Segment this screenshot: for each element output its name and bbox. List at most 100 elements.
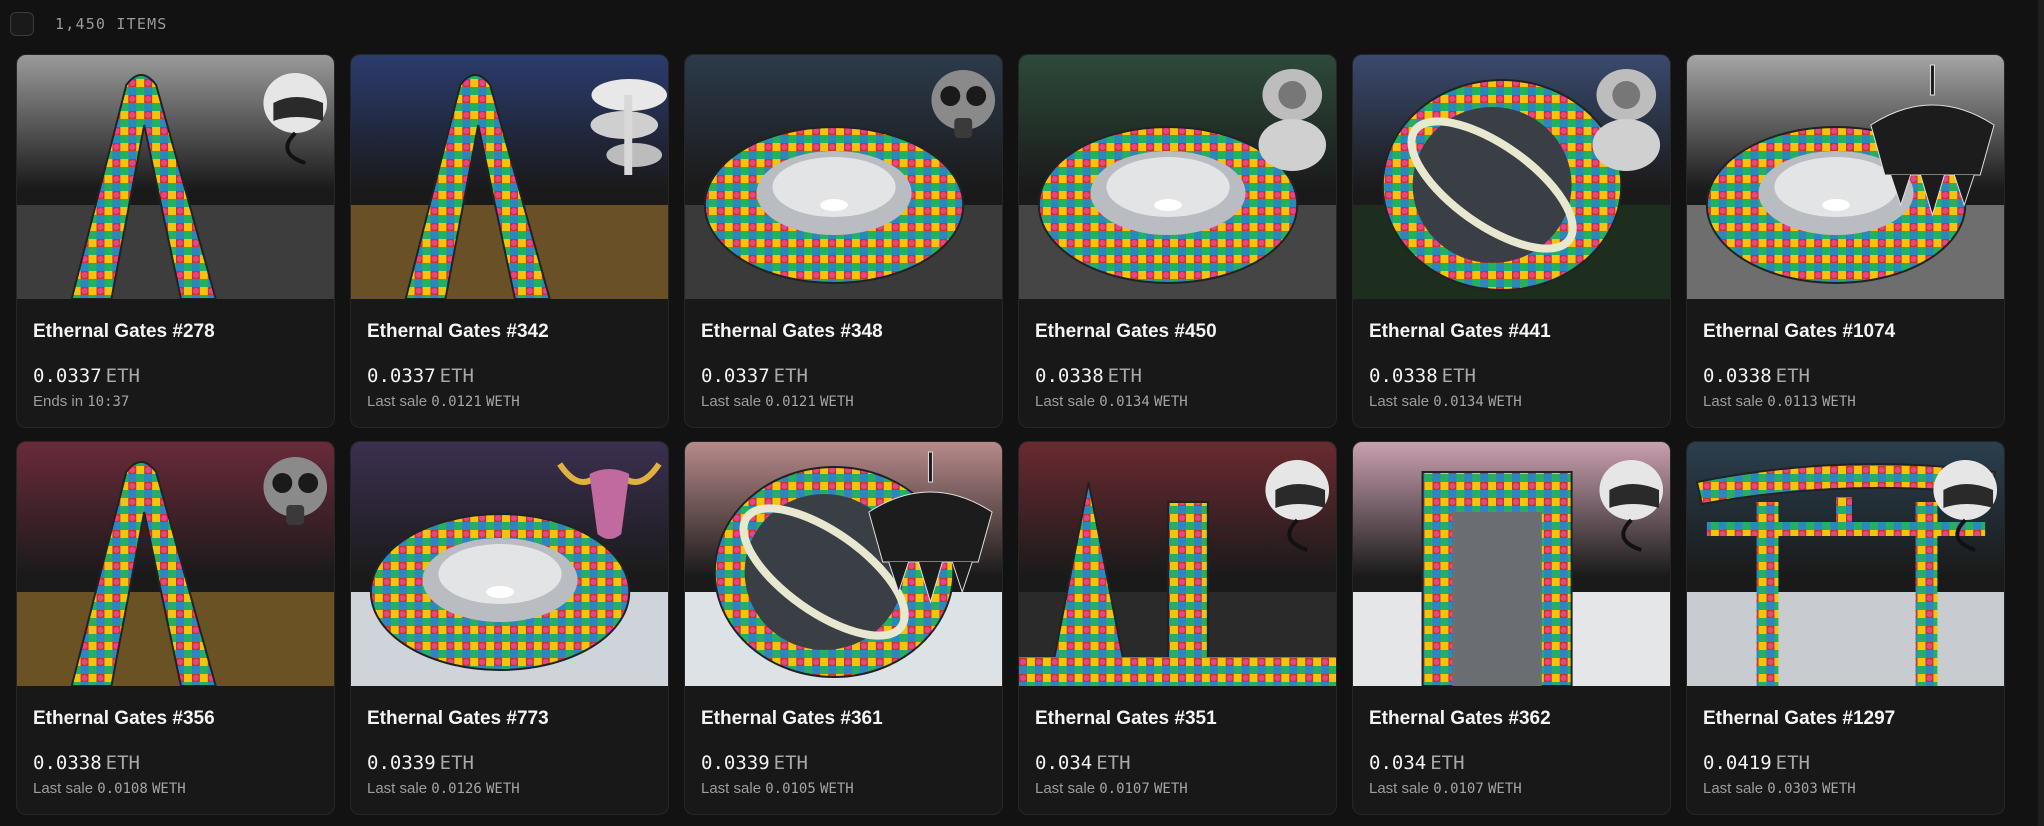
- nft-card[interactable]: Ethernal Gates #351 0.034 ETH Last sale 0.0…: [1018, 441, 1337, 815]
- nft-title[interactable]: Ethernal Gates #441: [1369, 321, 1654, 343]
- nft-title[interactable]: Ethernal Gates #773: [367, 708, 652, 730]
- price-value: 0.0338: [1369, 365, 1438, 387]
- nft-image[interactable]: [1019, 55, 1336, 299]
- sub-currency: WETH: [819, 394, 854, 410]
- nft-price: 0.0419 ETH: [1703, 752, 1988, 774]
- price-value: 0.0419: [1703, 752, 1772, 774]
- sub-currency: WETH: [1487, 394, 1522, 410]
- last-sale: Last sale 0.0303 WETH: [1703, 780, 1988, 797]
- sub-currency: WETH: [1153, 394, 1188, 410]
- sub-value: 0.0107: [1099, 781, 1150, 797]
- nft-image[interactable]: [17, 55, 334, 299]
- sub-label: Last sale: [33, 780, 94, 797]
- last-sale: Last sale 0.0108 WETH: [33, 780, 318, 797]
- price-currency: ETH: [105, 752, 140, 774]
- nft-card[interactable]: Ethernal Gates #361 0.0339 ETH Last sale 0.…: [684, 441, 1003, 815]
- last-sale: Last sale 0.0121 WETH: [367, 393, 652, 410]
- nft-card[interactable]: Ethernal Gates #356 0.0338 ETH Last sale 0.…: [16, 441, 335, 815]
- nft-price: 0.034 ETH: [1035, 752, 1320, 774]
- sub-label: Ends in: [33, 393, 84, 410]
- last-sale: Last sale 0.0113 WETH: [1703, 393, 1988, 410]
- price-value: 0.0337: [701, 365, 770, 387]
- price-currency: ETH: [439, 365, 474, 387]
- price-currency: ETH: [773, 752, 808, 774]
- price-value: 0.0338: [1035, 365, 1104, 387]
- nft-card[interactable]: Ethernal Gates #348 0.0337 ETH Last sale 0.…: [684, 54, 1003, 428]
- sub-value: 0.0113: [1767, 394, 1818, 410]
- last-sale: Last sale 0.0107 WETH: [1369, 780, 1654, 797]
- sub-currency: WETH: [819, 781, 854, 797]
- nft-image[interactable]: [351, 442, 668, 686]
- nft-card[interactable]: Ethernal Gates #1074 0.0338 ETH Last sale 0…: [1686, 54, 2005, 428]
- price-value: 0.0338: [33, 752, 102, 774]
- last-sale: Last sale 0.0107 WETH: [1035, 780, 1320, 797]
- last-sale: Last sale 0.0134 WETH: [1369, 393, 1654, 410]
- nft-price: 0.0338 ETH: [1035, 365, 1320, 387]
- nft-image[interactable]: [1687, 442, 2004, 686]
- nft-title[interactable]: Ethernal Gates #342: [367, 321, 652, 343]
- nft-card[interactable]: Ethernal Gates #450 0.0338 ETH Last sale 0.…: [1018, 54, 1337, 428]
- nft-image[interactable]: [1353, 55, 1670, 299]
- price-currency: ETH: [1441, 365, 1476, 387]
- nft-title[interactable]: Ethernal Gates #1297: [1703, 708, 1988, 730]
- nft-card[interactable]: Ethernal Gates #1297 0.0419 ETH Last sale 0…: [1686, 441, 2005, 815]
- sub-value: 0.0303: [1767, 781, 1818, 797]
- price-currency: ETH: [773, 365, 808, 387]
- item-count: 1,450 ITEMS: [55, 15, 168, 33]
- price-currency: ETH: [1107, 365, 1142, 387]
- sub-currency: WETH: [485, 394, 520, 410]
- sub-value: 0.0107: [1433, 781, 1484, 797]
- nft-card[interactable]: Ethernal Gates #773 0.0339 ETH Last sale 0.…: [350, 441, 669, 815]
- price-value: 0.0337: [367, 365, 436, 387]
- sub-label: Last sale: [1369, 780, 1430, 797]
- item-grid: Ethernal Gates #278 0.0337 ETH Ends in 10:3…: [16, 54, 2005, 815]
- sub-value: 0.0134: [1099, 394, 1150, 410]
- nft-image[interactable]: [1687, 55, 2004, 299]
- sub-currency: WETH: [1821, 781, 1856, 797]
- price-currency: ETH: [105, 365, 140, 387]
- sub-label: Last sale: [367, 780, 428, 797]
- sub-value: 10:37: [87, 394, 130, 410]
- sub-label: Last sale: [1703, 393, 1764, 410]
- nft-title[interactable]: Ethernal Gates #351: [1035, 708, 1320, 730]
- nft-card[interactable]: Ethernal Gates #278 0.0337 ETH Ends in 10:3…: [16, 54, 335, 428]
- price-value: 0.0339: [367, 752, 436, 774]
- nft-image[interactable]: [351, 55, 668, 299]
- nft-title[interactable]: Ethernal Gates #361: [701, 708, 986, 730]
- price-value: 0.034: [1369, 752, 1427, 774]
- sub-label: Last sale: [1035, 780, 1096, 797]
- nft-card[interactable]: Ethernal Gates #441 0.0338 ETH Last sale 0.…: [1352, 54, 1671, 428]
- select-all-checkbox[interactable]: [10, 12, 34, 36]
- nft-title[interactable]: Ethernal Gates #278: [33, 321, 318, 343]
- sub-currency: WETH: [1487, 781, 1522, 797]
- nft-title[interactable]: Ethernal Gates #362: [1369, 708, 1654, 730]
- scrollbar[interactable]: [2038, 0, 2044, 826]
- sub-label: Last sale: [701, 393, 762, 410]
- nft-card[interactable]: Ethernal Gates #362 0.034 ETH Last sale 0.0…: [1352, 441, 1671, 815]
- nft-title[interactable]: Ethernal Gates #1074: [1703, 321, 1988, 343]
- price-currency: ETH: [1775, 752, 1810, 774]
- nft-image[interactable]: [685, 442, 1002, 686]
- last-sale: Last sale 0.0105 WETH: [701, 780, 986, 797]
- nft-image[interactable]: [1019, 442, 1336, 686]
- nft-image[interactable]: [685, 55, 1002, 299]
- price-currency: ETH: [1096, 752, 1131, 774]
- nft-image[interactable]: [1353, 442, 1670, 686]
- sub-value: 0.0121: [765, 394, 816, 410]
- last-sale: Last sale 0.0126 WETH: [367, 780, 652, 797]
- sub-label: Last sale: [1703, 780, 1764, 797]
- sub-value: 0.0126: [431, 781, 482, 797]
- last-sale: Last sale 0.0134 WETH: [1035, 393, 1320, 410]
- sub-currency: WETH: [1153, 781, 1188, 797]
- nft-price: 0.0339 ETH: [701, 752, 986, 774]
- nft-card[interactable]: Ethernal Gates #342 0.0337 ETH Last sale 0.…: [350, 54, 669, 428]
- nft-title[interactable]: Ethernal Gates #356: [33, 708, 318, 730]
- nft-price: 0.0337 ETH: [367, 365, 652, 387]
- nft-title[interactable]: Ethernal Gates #450: [1035, 321, 1320, 343]
- nft-price: 0.0337 ETH: [701, 365, 986, 387]
- sub-currency: WETH: [485, 781, 520, 797]
- nft-image[interactable]: [17, 442, 334, 686]
- nft-price: 0.0337 ETH: [33, 365, 318, 387]
- nft-price: 0.0339 ETH: [367, 752, 652, 774]
- nft-title[interactable]: Ethernal Gates #348: [701, 321, 986, 343]
